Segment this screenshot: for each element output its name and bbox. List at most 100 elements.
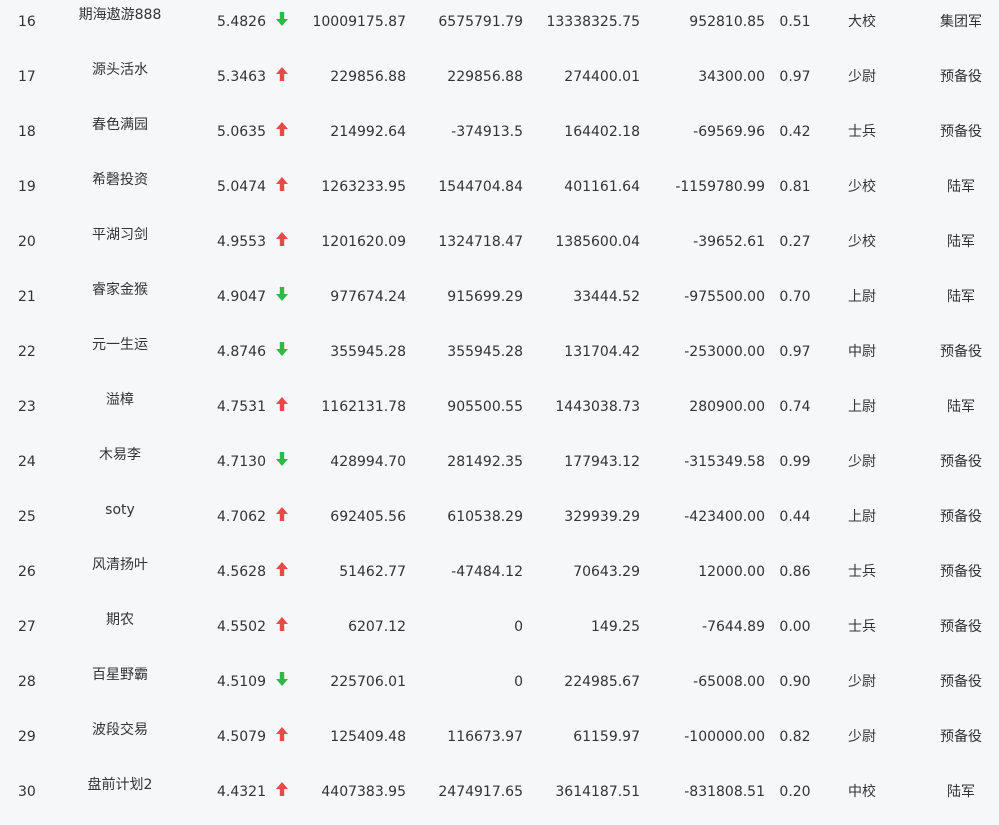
- category-cell: 陆军: [947, 289, 975, 305]
- down-arrow-icon: [275, 451, 289, 467]
- value-4-cell: -253000.00: [684, 344, 765, 360]
- ratio-cell: 0.81: [779, 179, 811, 195]
- value-2-cell: 1544704.84: [438, 179, 523, 195]
- down-arrow-icon: [275, 11, 289, 27]
- table-row[interactable]: 23 溢樟 4.7531 1162131.78 905500.55 144303…: [0, 385, 999, 440]
- grade-cell: 上尉: [848, 289, 876, 305]
- trader-name[interactable]: 风清扬叶: [70, 556, 170, 574]
- grade-cell: 少尉: [848, 729, 876, 745]
- trader-name[interactable]: 木易李: [70, 446, 170, 464]
- trader-name[interactable]: 源头活水: [70, 61, 170, 79]
- value-1-cell: 1201620.09: [321, 234, 406, 250]
- score-cell: 5.0474: [217, 179, 266, 195]
- score-cell: 4.7062: [217, 509, 266, 525]
- value-3-cell: 1385600.04: [555, 234, 640, 250]
- category-cell: 预备役: [940, 619, 982, 635]
- trend-cell: [275, 231, 289, 247]
- value-4-cell: -100000.00: [684, 729, 765, 745]
- trader-name[interactable]: 元一生运: [70, 336, 170, 354]
- trader-name[interactable]: 期农: [70, 611, 170, 629]
- trend-cell: [275, 176, 289, 192]
- trend-cell: [275, 121, 289, 137]
- ratio-cell: 0.74: [779, 399, 811, 415]
- rank-cell: 17: [18, 69, 36, 85]
- table-row[interactable]: 20 平湖习剑 4.9553 1201620.09 1324718.47 138…: [0, 220, 999, 275]
- value-3-cell: 149.25: [591, 619, 640, 635]
- trader-name[interactable]: 波段交易: [70, 721, 170, 739]
- value-4-cell: 34300.00: [698, 69, 765, 85]
- table-row[interactable]: 25 soty 4.7062 692405.56 610538.29 32993…: [0, 495, 999, 550]
- up-arrow-icon: [275, 726, 289, 742]
- value-3-cell: 1443038.73: [555, 399, 640, 415]
- value-1-cell: 692405.56: [330, 509, 406, 525]
- category-cell: 陆军: [947, 399, 975, 415]
- down-arrow-icon: [275, 341, 289, 357]
- rank-cell: 27: [18, 619, 36, 635]
- value-3-cell: 164402.18: [564, 124, 640, 140]
- trader-name[interactable]: 平湖习剑: [70, 226, 170, 244]
- trader-name[interactable]: 期海遨游888: [70, 6, 170, 24]
- value-2-cell: 1324718.47: [438, 234, 523, 250]
- category-cell: 预备役: [940, 69, 982, 85]
- value-4-cell: -1159780.99: [675, 179, 765, 195]
- grade-cell: 士兵: [848, 619, 876, 635]
- trader-name[interactable]: 希磬投资: [70, 171, 170, 189]
- rank-cell: 26: [18, 564, 36, 580]
- up-arrow-icon: [275, 176, 289, 192]
- grade-cell: 少校: [848, 179, 876, 195]
- table-row[interactable]: 24 木易李 4.7130 428994.70 281492.35 177943…: [0, 440, 999, 495]
- ratio-cell: 0.82: [779, 729, 811, 745]
- ratio-cell: 0.99: [779, 454, 811, 470]
- value-2-cell: 355945.28: [447, 344, 523, 360]
- score-cell: 4.5502: [217, 619, 266, 635]
- value-2-cell: 0: [514, 674, 523, 690]
- category-cell: 预备役: [940, 729, 982, 745]
- trader-name[interactable]: soty: [70, 501, 170, 519]
- value-1-cell: 355945.28: [330, 344, 406, 360]
- rank-cell: 28: [18, 674, 36, 690]
- table-row[interactable]: 29 波段交易 4.5079 125409.48 116673.97 61159…: [0, 715, 999, 770]
- rank-cell: 25: [18, 509, 36, 525]
- value-3-cell: 274400.01: [564, 69, 640, 85]
- score-cell: 4.9553: [217, 234, 266, 250]
- trader-name[interactable]: 百星野霸: [70, 666, 170, 684]
- value-2-cell: 915699.29: [447, 289, 523, 305]
- table-row[interactable]: 21 睿家金猴 4.9047 977674.24 915699.29 33444…: [0, 275, 999, 330]
- trader-name[interactable]: 盘前计划2: [70, 776, 170, 794]
- value-3-cell: 131704.42: [564, 344, 640, 360]
- trend-cell: [275, 286, 289, 302]
- score-cell: 5.3463: [217, 69, 266, 85]
- ratio-cell: 0.86: [779, 564, 811, 580]
- ratio-cell: 0.97: [779, 344, 811, 360]
- table-row[interactable]: 16 期海遨游888 5.4826 10009175.87 6575791.79…: [0, 0, 999, 55]
- value-1-cell: 428994.70: [330, 454, 406, 470]
- score-cell: 5.0635: [217, 124, 266, 140]
- up-arrow-icon: [275, 121, 289, 137]
- value-1-cell: 977674.24: [330, 289, 406, 305]
- table-row[interactable]: 26 风清扬叶 4.5628 51462.77 -47484.12 70643.…: [0, 550, 999, 605]
- value-2-cell: 905500.55: [447, 399, 523, 415]
- table-row[interactable]: 17 源头活水 5.3463 229856.88 229856.88 27440…: [0, 55, 999, 110]
- value-4-cell: -69569.96: [693, 124, 765, 140]
- table-row[interactable]: 19 希磬投资 5.0474 1263233.95 1544704.84 401…: [0, 165, 999, 220]
- trader-name[interactable]: 溢樟: [70, 391, 170, 409]
- ranking-table: 16 期海遨游888 5.4826 10009175.87 6575791.79…: [0, 0, 999, 817]
- trader-name[interactable]: 睿家金猴: [70, 281, 170, 299]
- table-row[interactable]: 18 春色满园 5.0635 214992.64 -374913.5 16440…: [0, 110, 999, 165]
- table-row[interactable]: 27 期农 4.5502 6207.12 0 149.25 -7644.89 0…: [0, 605, 999, 660]
- value-4-cell: -975500.00: [684, 289, 765, 305]
- rank-cell: 30: [18, 784, 36, 800]
- value-4-cell: -831808.51: [684, 784, 765, 800]
- category-cell: 陆军: [947, 179, 975, 195]
- score-cell: 4.7130: [217, 454, 266, 470]
- category-cell: 预备役: [940, 564, 982, 580]
- trader-name[interactable]: 春色满园: [70, 116, 170, 134]
- table-row[interactable]: 28 百星野霸 4.5109 225706.01 0 224985.67 -65…: [0, 660, 999, 715]
- table-row[interactable]: 22 元一生运 4.8746 355945.28 355945.28 13170…: [0, 330, 999, 385]
- up-arrow-icon: [275, 66, 289, 82]
- value-4-cell: 952810.85: [689, 14, 765, 30]
- ratio-cell: 0.90: [779, 674, 811, 690]
- score-cell: 4.8746: [217, 344, 266, 360]
- up-arrow-icon: [275, 616, 289, 632]
- ratio-cell: 0.97: [779, 69, 811, 85]
